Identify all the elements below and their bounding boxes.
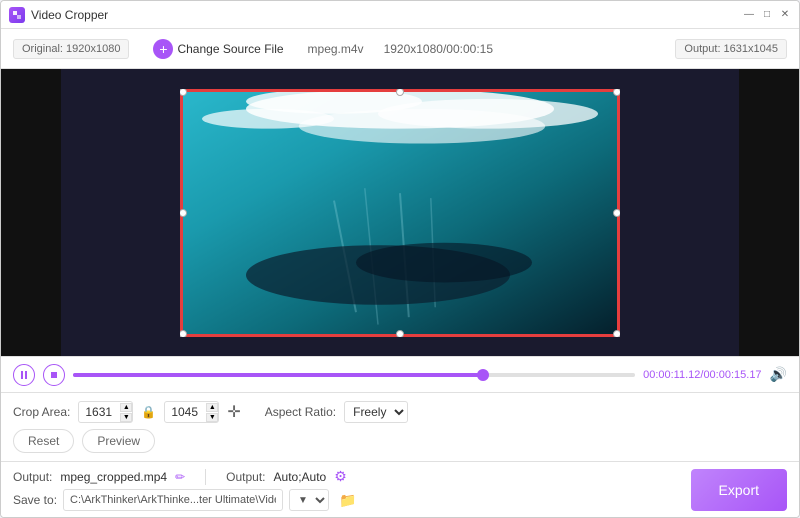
volume-icon[interactable]: 🔊	[770, 366, 787, 383]
reset-button[interactable]: Reset	[13, 429, 74, 453]
time-display: 00:00:11.12/00:00:15.17	[643, 369, 761, 381]
output-resolution-label: Output: 1631x1045	[675, 39, 787, 59]
title-bar-left: Video Cropper	[9, 7, 108, 23]
progress-bar[interactable]	[73, 373, 635, 377]
crop-width-spinners: ▲ ▼	[120, 403, 132, 422]
original-resolution-label: Original: 1920x1080	[13, 39, 129, 59]
bottom-left: Output: mpeg_cropped.mp4 ✏ Output: Auto;…	[13, 468, 679, 511]
plus-circle-icon: +	[153, 39, 173, 59]
playback-bar: 00:00:11.12/00:00:15.17 🔊	[1, 356, 799, 392]
app-icon	[9, 7, 25, 23]
crop-width-up[interactable]: ▲	[120, 403, 132, 412]
change-source-button[interactable]: + Change Source File	[145, 35, 291, 63]
output-file-row: Output: mpeg_cropped.mp4 ✏ Output: Auto;…	[13, 468, 679, 485]
settings-gear-icon[interactable]: ⚙	[334, 468, 347, 485]
save-path-input[interactable]	[63, 489, 283, 511]
maximize-button[interactable]: □	[761, 9, 773, 21]
aspect-row: Aspect Ratio: Freely 16:9 4:3 1:1	[265, 401, 408, 423]
progress-fill	[73, 373, 483, 377]
preview-button[interactable]: Preview	[82, 429, 155, 453]
video-frame	[180, 89, 620, 337]
change-source-label: Change Source File	[177, 42, 283, 56]
video-area	[1, 69, 799, 356]
save-to-row: Save to: ▼ 📁	[13, 489, 679, 511]
save-to-label: Save to:	[13, 493, 57, 507]
output-filename: mpeg_cropped.mp4	[60, 470, 167, 484]
file-details: 1920x1080/00:00:15	[384, 42, 493, 56]
stop-button[interactable]	[43, 364, 65, 386]
file-info: mpeg.m4v 1920x1080/00:00:15	[308, 42, 493, 56]
app-title: Video Cropper	[31, 8, 108, 22]
lock-icon[interactable]: 🔒	[141, 405, 156, 419]
pause-button[interactable]	[13, 364, 35, 386]
aspect-ratio-label: Aspect Ratio:	[265, 405, 336, 419]
output-settings-value: Auto;Auto	[274, 470, 327, 484]
export-button[interactable]: Export	[691, 469, 787, 511]
crop-width-input[interactable]: 1631 ▲ ▼	[78, 401, 133, 423]
crop-height-spinners: ▲ ▼	[206, 403, 218, 422]
window-controls: — □ ✕	[743, 9, 791, 21]
controls-area: Crop Area: 1631 ▲ ▼ 🔒 1045 ▲ ▼ ✛	[1, 392, 799, 461]
move-icon[interactable]: ✛	[227, 402, 240, 422]
letterbox-right	[739, 69, 799, 356]
edit-filename-icon[interactable]: ✏	[175, 470, 185, 484]
output-settings-label: Output:	[226, 470, 265, 484]
btn-row: Reset Preview	[13, 429, 787, 453]
crop-height-field[interactable]: 1045	[171, 405, 206, 419]
crop-area-label: Crop Area:	[13, 405, 70, 419]
file-name: mpeg.m4v	[308, 42, 364, 56]
video-canvas[interactable]	[180, 89, 620, 337]
top-bar: Original: 1920x1080 + Change Source File…	[1, 29, 799, 69]
folder-icon[interactable]: 📁	[339, 492, 356, 509]
crop-row: Crop Area: 1631 ▲ ▼ 🔒 1045 ▲ ▼ ✛	[13, 401, 787, 423]
crop-height-input[interactable]: 1045 ▲ ▼	[164, 401, 219, 423]
progress-thumb[interactable]	[477, 369, 489, 381]
bottom-bar: Output: mpeg_cropped.mp4 ✏ Output: Auto;…	[1, 461, 799, 517]
minimize-button[interactable]: —	[743, 9, 755, 21]
title-bar: Video Cropper — □ ✕	[1, 1, 799, 29]
main-window: Video Cropper — □ ✕ Original: 1920x1080 …	[0, 0, 800, 518]
close-button[interactable]: ✕	[779, 9, 791, 21]
crop-width-down[interactable]: ▼	[120, 413, 132, 422]
crop-height-down[interactable]: ▼	[206, 413, 218, 422]
save-path-dropdown[interactable]: ▼	[289, 489, 329, 511]
video-content	[180, 89, 620, 337]
aspect-ratio-select[interactable]: Freely 16:9 4:3 1:1	[344, 401, 408, 423]
crop-height-up[interactable]: ▲	[206, 403, 218, 412]
output-file-label: Output:	[13, 470, 52, 484]
letterbox-left	[1, 69, 61, 356]
crop-width-field[interactable]: 1631	[85, 405, 120, 419]
divider	[205, 469, 206, 485]
